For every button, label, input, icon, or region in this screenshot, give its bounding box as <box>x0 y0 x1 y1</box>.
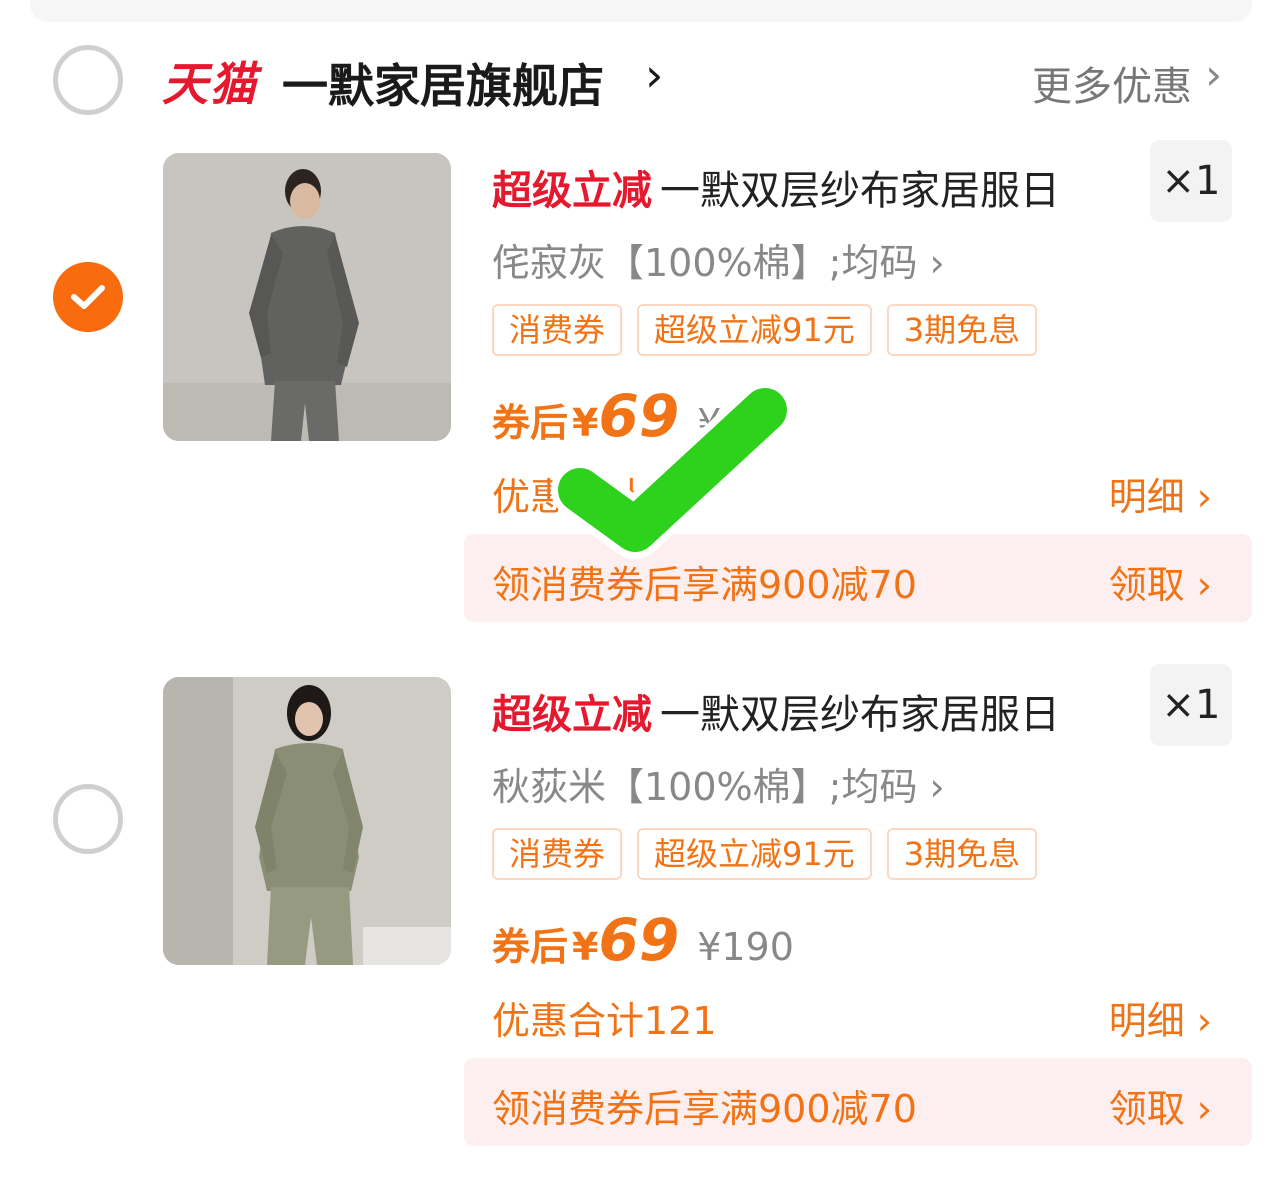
item-select-checkbox[interactable] <box>53 262 123 332</box>
store-header: 天猫 一默家居旗舰店 › 更多优惠 › <box>0 40 1280 124</box>
coupon-bar[interactable]: 领消费券后享满900减70 领取 › <box>464 534 1252 622</box>
tmall-logo: 天猫 <box>162 57 258 111</box>
coupon-bar[interactable]: 领消费券后享满900减70 领取 › <box>464 1058 1252 1146</box>
quantity-selector[interactable]: ×1 <box>1150 664 1232 746</box>
currency-symbol: ¥ <box>572 925 599 969</box>
promo-tags: 消费券 超级立减91元 3期免息 <box>492 828 1038 880</box>
detail-link[interactable]: 明细 › <box>1109 990 1212 1045</box>
item-select-checkbox[interactable] <box>53 784 123 854</box>
price-label: 券后 <box>492 401 569 445</box>
product-photo-man-grey <box>163 153 451 441</box>
discount-total: 优惠合计 <box>492 475 645 519</box>
tag-super-discount: 超级立减91元 <box>637 828 872 880</box>
promo-tag: 超级立减 <box>492 168 652 214</box>
checkmark-icon <box>71 285 105 309</box>
product-name: 一默双层纱布家居服日 <box>660 168 1060 214</box>
tag-super-discount: 超级立减91元 <box>637 304 872 356</box>
original-price: ¥190 <box>697 925 794 969</box>
coupon-text: 领消费券后享满900减70 <box>492 1087 917 1131</box>
price-value: 69 <box>598 382 680 450</box>
sku-selector[interactable]: 侘寂灰【100%棉】;均码 › <box>492 232 945 287</box>
price-row: 券后 ¥ 69 ¥ <box>492 382 721 452</box>
chevron-right-icon[interactable]: › <box>1205 50 1222 99</box>
price-label: 券后 <box>492 925 569 969</box>
price-value: 69 <box>598 906 680 974</box>
tag-installment: 3期免息 <box>886 304 1038 356</box>
chevron-right-icon[interactable]: › <box>645 48 663 102</box>
currency-symbol: ¥ <box>572 401 599 445</box>
original-price: ¥ <box>697 401 722 445</box>
promo-tags: 消费券 超级立减91元 3期免息 <box>492 304 1038 356</box>
more-offers-link[interactable]: 更多优惠 <box>1032 54 1192 112</box>
product-photo-woman-green <box>163 677 451 965</box>
cart-item: 超级立减 一默双层纱布家居服日 ×1 秋荻米【100%棉】;均码 › 消费券 超级… <box>0 664 1280 1154</box>
product-name: 一默双层纱布家居服日 <box>660 692 1060 738</box>
product-thumbnail[interactable] <box>163 153 451 441</box>
detail-link[interactable]: 明细 › <box>1109 466 1212 521</box>
store-name-link[interactable]: 一默家居旗舰店 <box>282 50 604 116</box>
product-title[interactable]: 超级立减 一默双层纱布家居服日 <box>492 682 1060 740</box>
coupon-text: 领消费券后享满900减70 <box>492 563 917 607</box>
discount-total: 优惠合计121 <box>492 999 717 1043</box>
quantity-selector[interactable]: ×1 <box>1150 140 1232 222</box>
product-thumbnail[interactable] <box>163 677 451 965</box>
store-select-radio[interactable] <box>53 45 123 115</box>
coupon-claim-button[interactable]: 领取 › <box>1109 1078 1212 1133</box>
price-row: 券后 ¥ 69 ¥190 <box>492 906 794 976</box>
product-title[interactable]: 超级立减 一默双层纱布家居服日 <box>492 158 1060 216</box>
tag-consumer-coupon: 消费券 <box>492 304 623 356</box>
coupon-claim-button[interactable]: 领取 › <box>1109 554 1212 609</box>
tag-installment: 3期免息 <box>886 828 1038 880</box>
tag-consumer-coupon: 消费券 <box>492 828 623 880</box>
sku-selector[interactable]: 秋荻米【100%棉】;均码 › <box>492 756 945 811</box>
previous-card-edge <box>30 0 1252 22</box>
promo-tag: 超级立减 <box>492 692 652 738</box>
cart-item: 超级立减 一默双层纱布家居服日 ×1 侘寂灰【100%棉】;均码 › 消费券 超级… <box>0 140 1280 630</box>
